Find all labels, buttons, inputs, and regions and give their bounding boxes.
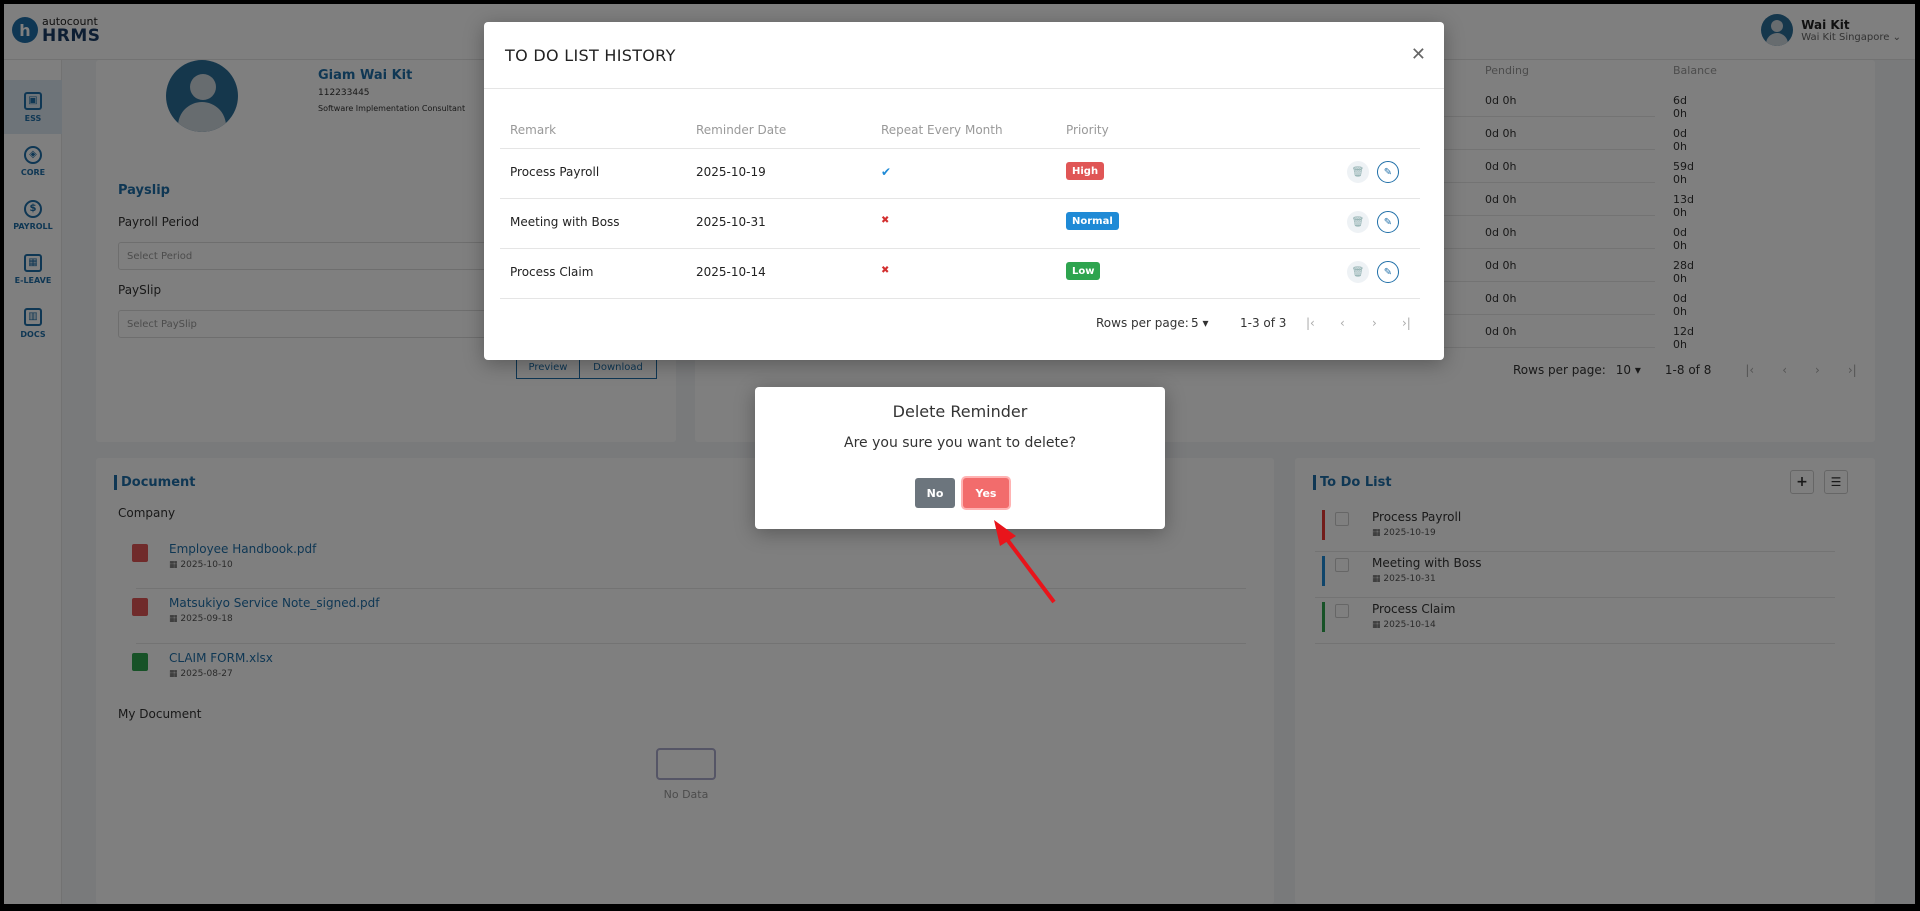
column-header-remark: Remark [510,123,557,137]
cross-icon: ✖ [881,265,890,276]
trash-icon: 🗑 [1351,266,1365,278]
table-row: Process Payroll 2025-10-19 ✔ High 🗑 ✎ [500,149,1420,199]
last-page-icon[interactable]: ›| [1402,316,1411,330]
table-row: Process Claim 2025-10-14 ✖ Low 🗑 ✎ [500,249,1420,299]
date-cell: 2025-10-31 [696,215,766,229]
prev-page-icon[interactable]: ‹ [1340,316,1345,330]
delete-button[interactable]: 🗑 [1347,211,1369,233]
edit-button[interactable]: ✎ [1377,161,1399,183]
first-page-icon[interactable]: |‹ [1306,316,1315,330]
pencil-icon: ✎ [1383,166,1393,178]
remark-cell: Process Claim [510,265,594,279]
rows-per-page-select[interactable]: 5 ▾ [1191,316,1208,330]
trash-icon: 🗑 [1351,216,1365,228]
delete-button[interactable]: 🗑 [1347,261,1369,283]
delete-confirm-dialog: Delete Reminder Are you sure you want to… [755,387,1165,529]
column-header-priority: Priority [1066,123,1109,137]
remark-cell: Meeting with Boss [510,215,620,229]
check-icon: ✔ [881,165,892,179]
table-row: Meeting with Boss 2025-10-31 ✖ Normal 🗑 … [500,199,1420,249]
dialog-title: Delete Reminder [892,402,1028,421]
priority-badge: Low [1066,262,1101,280]
close-icon[interactable]: ✕ [1411,44,1426,65]
page-range: 1-3 of 3 [1240,316,1287,330]
no-button[interactable]: No [915,478,955,508]
dialog-message: Are you sure you want to delete? [844,435,1076,451]
yes-button[interactable]: Yes [963,478,1009,508]
remark-cell: Process Payroll [510,165,600,179]
priority-badge: Normal [1066,212,1119,230]
todo-history-modal: TO DO LIST HISTORY ✕ Remark Reminder Dat… [484,22,1444,360]
column-header-reminder-date: Reminder Date [696,123,787,137]
rows-per-page-label: Rows per page: [1096,316,1189,330]
modal-title: TO DO LIST HISTORY [505,46,676,65]
delete-button[interactable]: 🗑 [1347,161,1369,183]
edit-button[interactable]: ✎ [1377,261,1399,283]
cross-icon: ✖ [881,215,890,226]
date-cell: 2025-10-19 [696,165,766,179]
date-cell: 2025-10-14 [696,265,766,279]
app-window: h autocount HRMS Wai Kit Wai Kit Singapo… [4,4,1915,904]
priority-badge: High [1066,162,1105,180]
edit-button[interactable]: ✎ [1377,211,1399,233]
pencil-icon: ✎ [1383,266,1393,278]
next-page-icon[interactable]: › [1372,316,1377,330]
trash-icon: 🗑 [1351,166,1365,178]
column-header-repeat: Repeat Every Month [881,123,1003,137]
pencil-icon: ✎ [1383,216,1393,228]
